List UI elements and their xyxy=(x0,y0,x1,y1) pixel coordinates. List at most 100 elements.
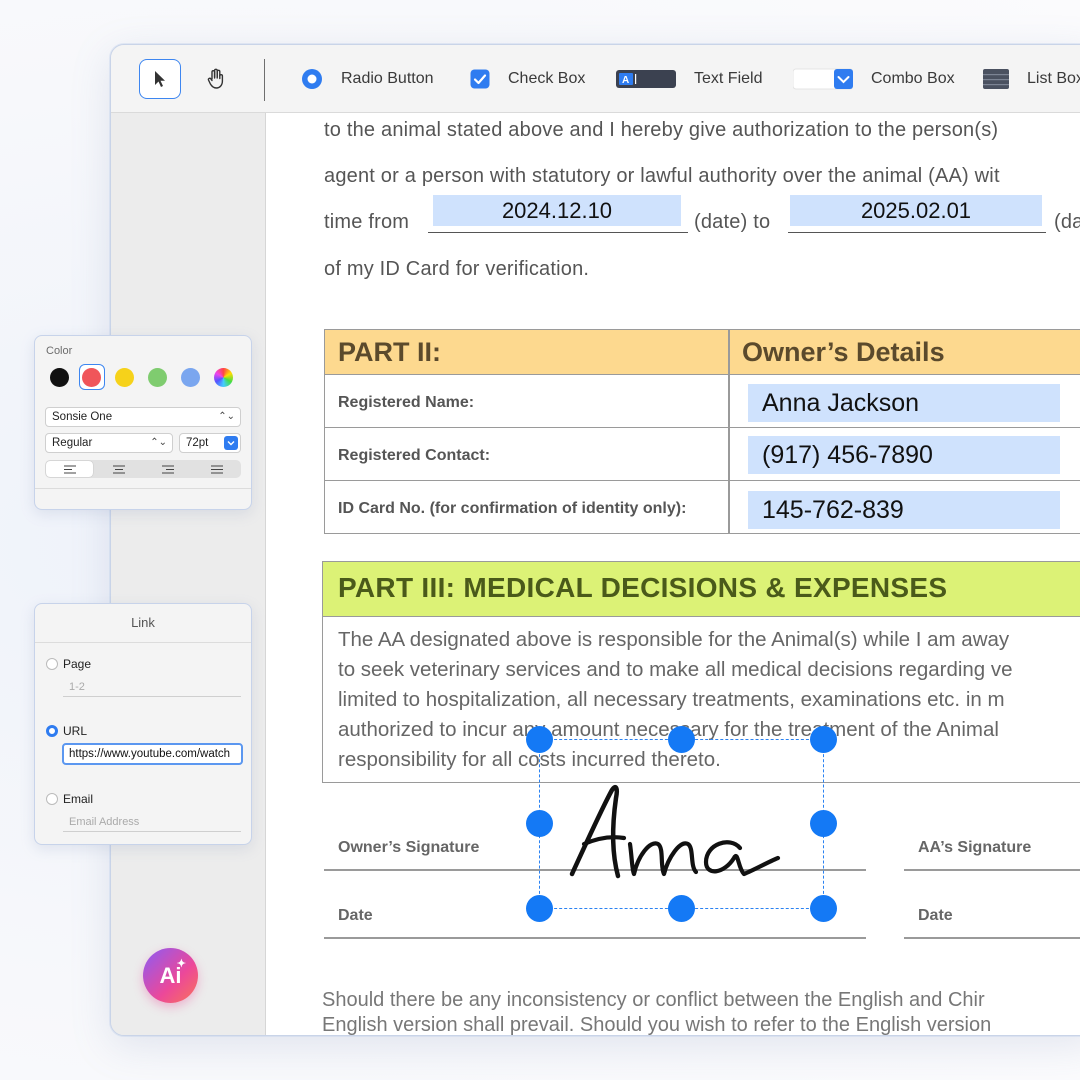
combo-box-tool[interactable]: Combo Box xyxy=(793,67,955,91)
page-range-input[interactable]: 1-2 xyxy=(69,681,85,693)
owner-signature-label: Owner’s Signature xyxy=(338,839,480,856)
paragraph-line: of my ID Card for verification. xyxy=(324,258,590,280)
svg-text:A: A xyxy=(622,75,629,86)
font-style-select[interactable]: Regular ⌃⌄ xyxy=(45,433,173,453)
registered-name-label: Registered Name: xyxy=(338,394,475,411)
resize-handle[interactable] xyxy=(668,895,695,922)
footer-line: Should there be any inconsistency or con… xyxy=(322,989,985,1011)
url-input[interactable]: https://www.youtube.com/watch xyxy=(62,743,243,765)
signature-selection-box[interactable] xyxy=(539,739,824,909)
hand-tool-icon xyxy=(207,68,224,89)
panel-divider xyxy=(35,488,251,489)
input-underline xyxy=(63,831,241,832)
select-tool-button[interactable] xyxy=(139,59,181,99)
checkbox-icon xyxy=(470,69,490,89)
swatch-green[interactable] xyxy=(148,368,167,387)
aa-date-line xyxy=(904,937,1080,939)
id-card-field[interactable]: 145-762-839 xyxy=(748,491,1060,529)
email-input[interactable]: Email Address xyxy=(69,816,139,828)
owners-details-title: Owner’s Details xyxy=(742,337,945,367)
url-radio[interactable] xyxy=(46,725,58,737)
registered-name-field[interactable]: Anna Jackson xyxy=(748,384,1060,422)
color-panel: Color Sonsie One ⌃⌄ Regular ⌃⌄ 72pt xyxy=(34,335,252,510)
text-field-tool[interactable]: A Text Field xyxy=(616,67,762,91)
email-label: Email xyxy=(63,792,94,806)
align-right-button[interactable] xyxy=(144,461,191,477)
resize-handle[interactable] xyxy=(526,726,553,753)
date-to-field[interactable]: 2025.02.01 xyxy=(790,195,1042,226)
font-family-select[interactable]: Sonsie One ⌃⌄ xyxy=(45,407,241,427)
url-label: URL xyxy=(63,724,88,738)
chevron-updown-icon: ⌃⌄ xyxy=(150,437,167,448)
left-sidebar xyxy=(111,113,265,1035)
paragraph-line: to the animal stated above and I hereby … xyxy=(324,119,999,141)
align-justify-icon xyxy=(210,465,223,473)
hand-tool-button[interactable] xyxy=(195,59,237,99)
font-size-select[interactable]: 72pt xyxy=(179,433,241,453)
radio-button-label: Radio Button xyxy=(341,70,434,87)
email-radio[interactable] xyxy=(46,793,58,805)
document-page: to the animal stated above and I hereby … xyxy=(265,113,1080,1035)
owner-date-label: Date xyxy=(338,907,373,924)
swatch-yellow[interactable] xyxy=(115,368,134,387)
part3-line: limited to hospitalization, all necessar… xyxy=(338,688,1005,711)
text-field-icon: A xyxy=(616,69,676,89)
panel-divider xyxy=(35,642,251,643)
font-family-value: Sonsie One xyxy=(52,411,113,423)
registered-contact-label: Registered Contact: xyxy=(338,447,491,464)
align-left-icon xyxy=(63,465,76,473)
date-from-field[interactable]: 2024.12.10 xyxy=(433,195,681,226)
input-underline xyxy=(63,696,241,697)
list-box-icon xyxy=(983,68,1009,90)
signature-image xyxy=(569,785,781,879)
part3-line: to seek veterinary services and to make … xyxy=(338,658,1013,681)
part2-title: PART II: xyxy=(338,337,441,367)
font-size-value: 72pt xyxy=(186,437,209,449)
table-divider xyxy=(728,329,730,534)
font-style-value: Regular xyxy=(52,437,93,449)
resize-handle[interactable] xyxy=(810,895,837,922)
paragraph-line: agent or a person with statutory or lawf… xyxy=(324,165,1000,187)
form-toolbar: Radio Button Check Box A Text Field Comb… xyxy=(111,45,1080,113)
color-wheel-icon[interactable] xyxy=(214,368,233,387)
paragraph-line: (date) to xyxy=(694,211,771,233)
paragraph-line: (da xyxy=(1054,211,1080,233)
list-box-label: List Box xyxy=(1027,70,1080,87)
id-card-label: ID Card No. (for confirmation of identit… xyxy=(338,500,687,517)
align-right-icon xyxy=(161,465,174,473)
link-panel: Link Page 1-2 URL https://www.youtube.co… xyxy=(34,603,252,845)
registered-contact-field[interactable]: (917) 456-7890 xyxy=(748,436,1060,474)
combo-box-icon xyxy=(793,68,853,90)
radio-button-tool[interactable]: Radio Button xyxy=(301,67,434,91)
align-justify-button[interactable] xyxy=(193,461,240,477)
chevron-updown-icon: ⌃⌄ xyxy=(218,411,235,422)
footer-line: English version shall prevail. Should yo… xyxy=(322,1014,992,1035)
aa-date-label: Date xyxy=(918,907,953,924)
list-box-tool[interactable]: List Box xyxy=(983,67,1080,91)
resize-handle[interactable] xyxy=(668,726,695,753)
text-field-label: Text Field xyxy=(694,70,763,87)
check-box-label: Check Box xyxy=(508,70,586,87)
part3-title: PART III: MEDICAL DECISIONS & EXPENSES xyxy=(338,572,948,603)
swatch-black[interactable] xyxy=(50,368,69,387)
check-box-tool[interactable]: Check Box xyxy=(470,67,585,91)
resize-handle[interactable] xyxy=(810,810,837,837)
aa-signature-label: AA’s Signature xyxy=(918,839,1032,856)
part3-line: The AA designated above is responsible f… xyxy=(338,628,1010,651)
swatch-blue[interactable] xyxy=(181,368,200,387)
owner-date-line xyxy=(324,937,866,939)
align-center-button[interactable] xyxy=(95,461,142,477)
radio-button-icon xyxy=(301,68,323,90)
resize-handle[interactable] xyxy=(810,726,837,753)
app-window: Radio Button Check Box A Text Field Comb… xyxy=(110,44,1080,1036)
page-radio[interactable] xyxy=(46,658,58,670)
toolbar-divider xyxy=(264,59,265,101)
resize-handle[interactable] xyxy=(526,810,553,837)
resize-handle[interactable] xyxy=(526,895,553,922)
combo-box-label: Combo Box xyxy=(871,70,955,87)
ai-assistant-button[interactable]: Ai ✦ xyxy=(143,948,198,1003)
align-left-button[interactable] xyxy=(46,461,93,477)
select-arrow-icon xyxy=(155,71,165,87)
swatch-red[interactable] xyxy=(82,368,101,387)
align-center-icon xyxy=(112,465,125,473)
